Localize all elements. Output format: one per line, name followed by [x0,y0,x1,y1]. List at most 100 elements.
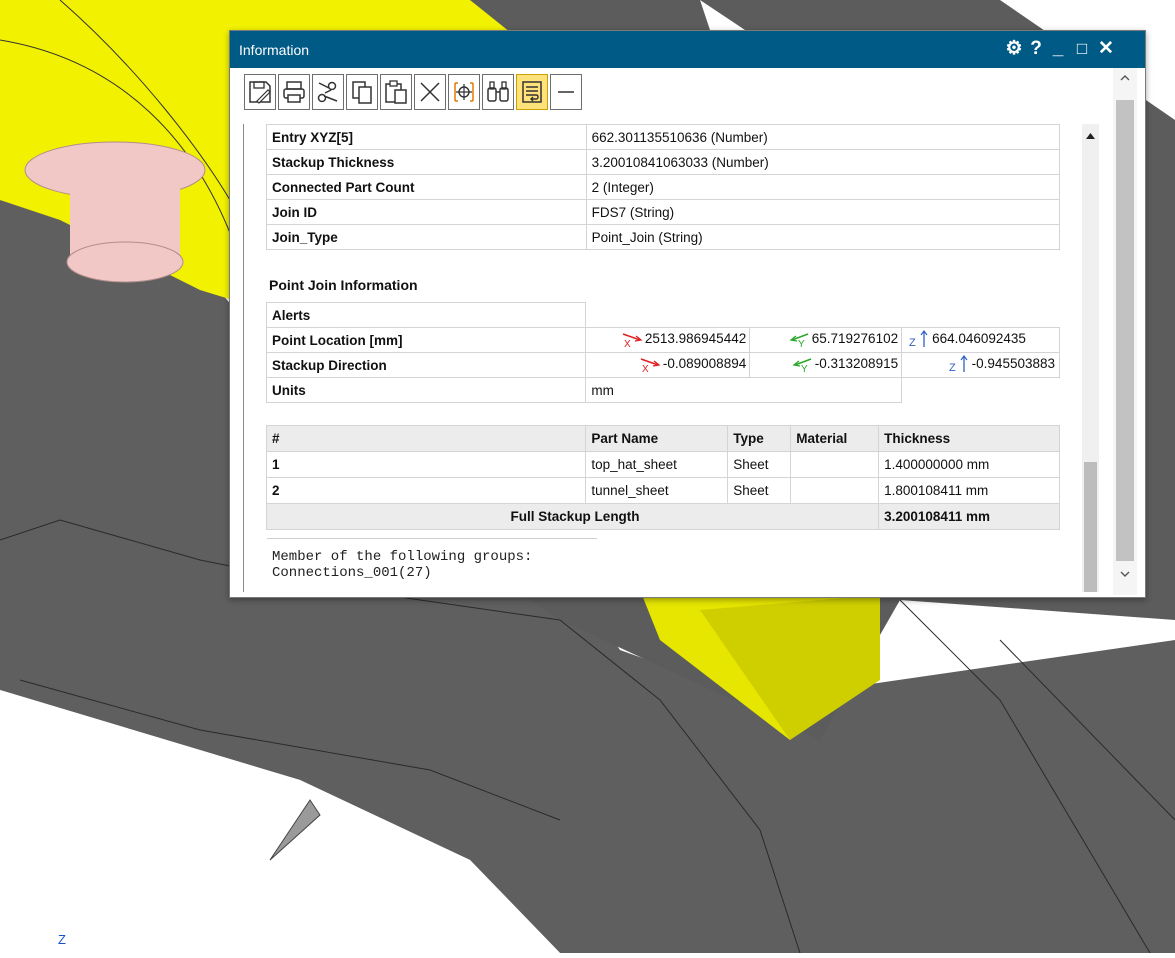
units-label: Units [265,377,587,403]
window-scrollbar-thumb[interactable] [1116,100,1134,561]
help-icon[interactable]: ? [1027,35,1045,63]
gear-icon[interactable]: ⚙ [1002,35,1026,63]
minimize-icon[interactable]: _ [1047,35,1069,63]
alerts-label: Alerts [265,302,587,328]
table-row: Units mm [265,377,1060,403]
scroll-up-arrow-icon[interactable] [1086,132,1095,140]
part-thickness: 1.800108411 mm [878,477,1060,504]
attribute-value: 3.20010841063033 (Number) [585,149,1061,175]
direction-y-value: -0.313208915 [814,356,899,371]
table-row: Stackup Direction X -0.089008894 Y -0.3132… [265,352,1060,378]
units-value: mm [585,377,903,403]
column-header: Thickness [878,425,1060,452]
table-row: Connected Part Count 2 (Integer) [266,174,1061,200]
point-location-label: Point Location [mm] [265,327,587,353]
collapse-icon [558,91,574,93]
attribute-label: Join ID [266,199,587,225]
save-icon [249,81,271,104]
column-header: Part Name [585,425,729,452]
paste-icon [385,80,407,104]
content-scrollbar-thumb[interactable] [1084,462,1097,592]
attribute-label: Join_Type [266,224,587,250]
chevron-down-icon[interactable] [1119,568,1131,580]
part-material [790,477,880,504]
chevron-up-icon[interactable] [1119,72,1131,84]
attribute-value: FDS7 (String) [585,199,1061,225]
find-icon [487,81,509,102]
x-axis-icon: X [622,332,643,348]
paste-button[interactable] [380,74,412,110]
part-thickness: 1.400000000 mm [878,451,1060,478]
svg-text:Y: Y [801,364,808,373]
location-y-value: 65.719276102 [811,331,899,346]
divider [267,538,597,539]
window-scrollbar[interactable] [1113,68,1137,595]
window-titlebar[interactable]: Information ⚙ ? _ □ ✕ [230,31,1145,68]
axis-label-z: Z [58,932,66,947]
copy-button[interactable] [346,74,378,110]
delete-button[interactable] [414,74,446,110]
attribute-value: 2 (Integer) [585,174,1061,200]
z-axis-icon: Z [949,354,968,373]
x-axis-icon: X [640,357,661,373]
table-row: Entry XYZ[5] 662.301135510636 (Number) [266,124,1061,150]
wrap-text-icon [522,81,542,103]
location-x-value: 2513.986945442 [644,331,747,346]
maximize-icon[interactable]: □ [1071,35,1093,63]
column-header: Type [727,425,792,452]
point-join-section-title: Point Join Information [269,277,418,293]
table-row: 2 tunnel_sheet Sheet 1.800108411 mm [265,477,1060,504]
attribute-value: Point_Join (String) [585,224,1061,250]
part-name: tunnel_sheet [585,477,729,504]
svg-text:X: X [624,339,631,348]
print-button[interactable] [278,74,310,110]
locate-button[interactable] [448,74,480,110]
delete-icon [420,82,440,102]
column-header: # [265,425,587,452]
direction-x-value: -0.089008894 [662,356,747,371]
cut-button[interactable] [312,74,344,110]
attribute-value: 662.301135510636 (Number) [585,124,1061,150]
direction-z-value: -0.945503883 [971,356,1055,371]
part-type: Sheet [727,477,792,504]
table-header-row: # Part Name Type Material Thickness [265,425,1060,452]
information-content: Entry XYZ[5] 662.301135510636 (Number) St… [243,124,1108,592]
content-scrollbar[interactable] [1082,124,1099,592]
y-axis-icon: Y [789,332,809,348]
table-row: 1 top_hat_sheet Sheet 1.400000000 mm [265,451,1060,478]
attribute-label: Stackup Thickness [266,149,587,175]
part-material [790,451,880,478]
group-membership-text: Member of the following groups: Connecti… [272,549,532,581]
find-button[interactable] [482,74,514,110]
y-axis-icon: Y [792,357,812,373]
svg-text:Y: Y [798,339,805,348]
group-membership-item: Connections_001(27) [272,565,432,581]
attributes-table: Entry XYZ[5] 662.301135510636 (Number) St… [266,124,1061,250]
row-number: 2 [265,477,587,504]
attribute-label: Entry XYZ[5] [266,124,587,150]
collapse-button[interactable] [550,74,582,110]
stackup-total-label: Full Stackup Length [265,503,880,530]
part-name: top_hat_sheet [585,451,729,478]
table-row: Join ID FDS7 (String) [266,199,1061,225]
svg-text:Z: Z [949,362,956,373]
svg-text:Z: Z [909,337,916,348]
information-window[interactable]: Information ⚙ ? _ □ ✕ Entry XYZ[5] 662.3… [229,30,1146,598]
point-join-table: Alerts Point Location [mm] X 2513.9869454… [265,302,1060,403]
z-axis-icon: Z [909,329,928,348]
window-title: Information [239,42,310,58]
close-icon[interactable]: ✕ [1095,35,1117,63]
stackup-table: # Part Name Type Material Thickness 1 to… [265,425,1060,530]
attribute-label: Connected Part Count [266,174,587,200]
part-type: Sheet [727,451,792,478]
column-header: Material [790,425,880,452]
print-icon [283,81,305,103]
svg-text:X: X [642,364,649,373]
wrap-text-button[interactable] [516,74,548,110]
table-row: Point Location [mm] X 2513.986945442 Y 65.… [265,327,1060,353]
table-row: Alerts [265,302,1060,328]
table-row: Join_Type Point_Join (String) [266,224,1061,250]
table-row: Stackup Thickness 3.20010841063033 (Numbe… [266,149,1061,175]
save-button[interactable] [244,74,276,110]
target-icon [454,82,474,102]
